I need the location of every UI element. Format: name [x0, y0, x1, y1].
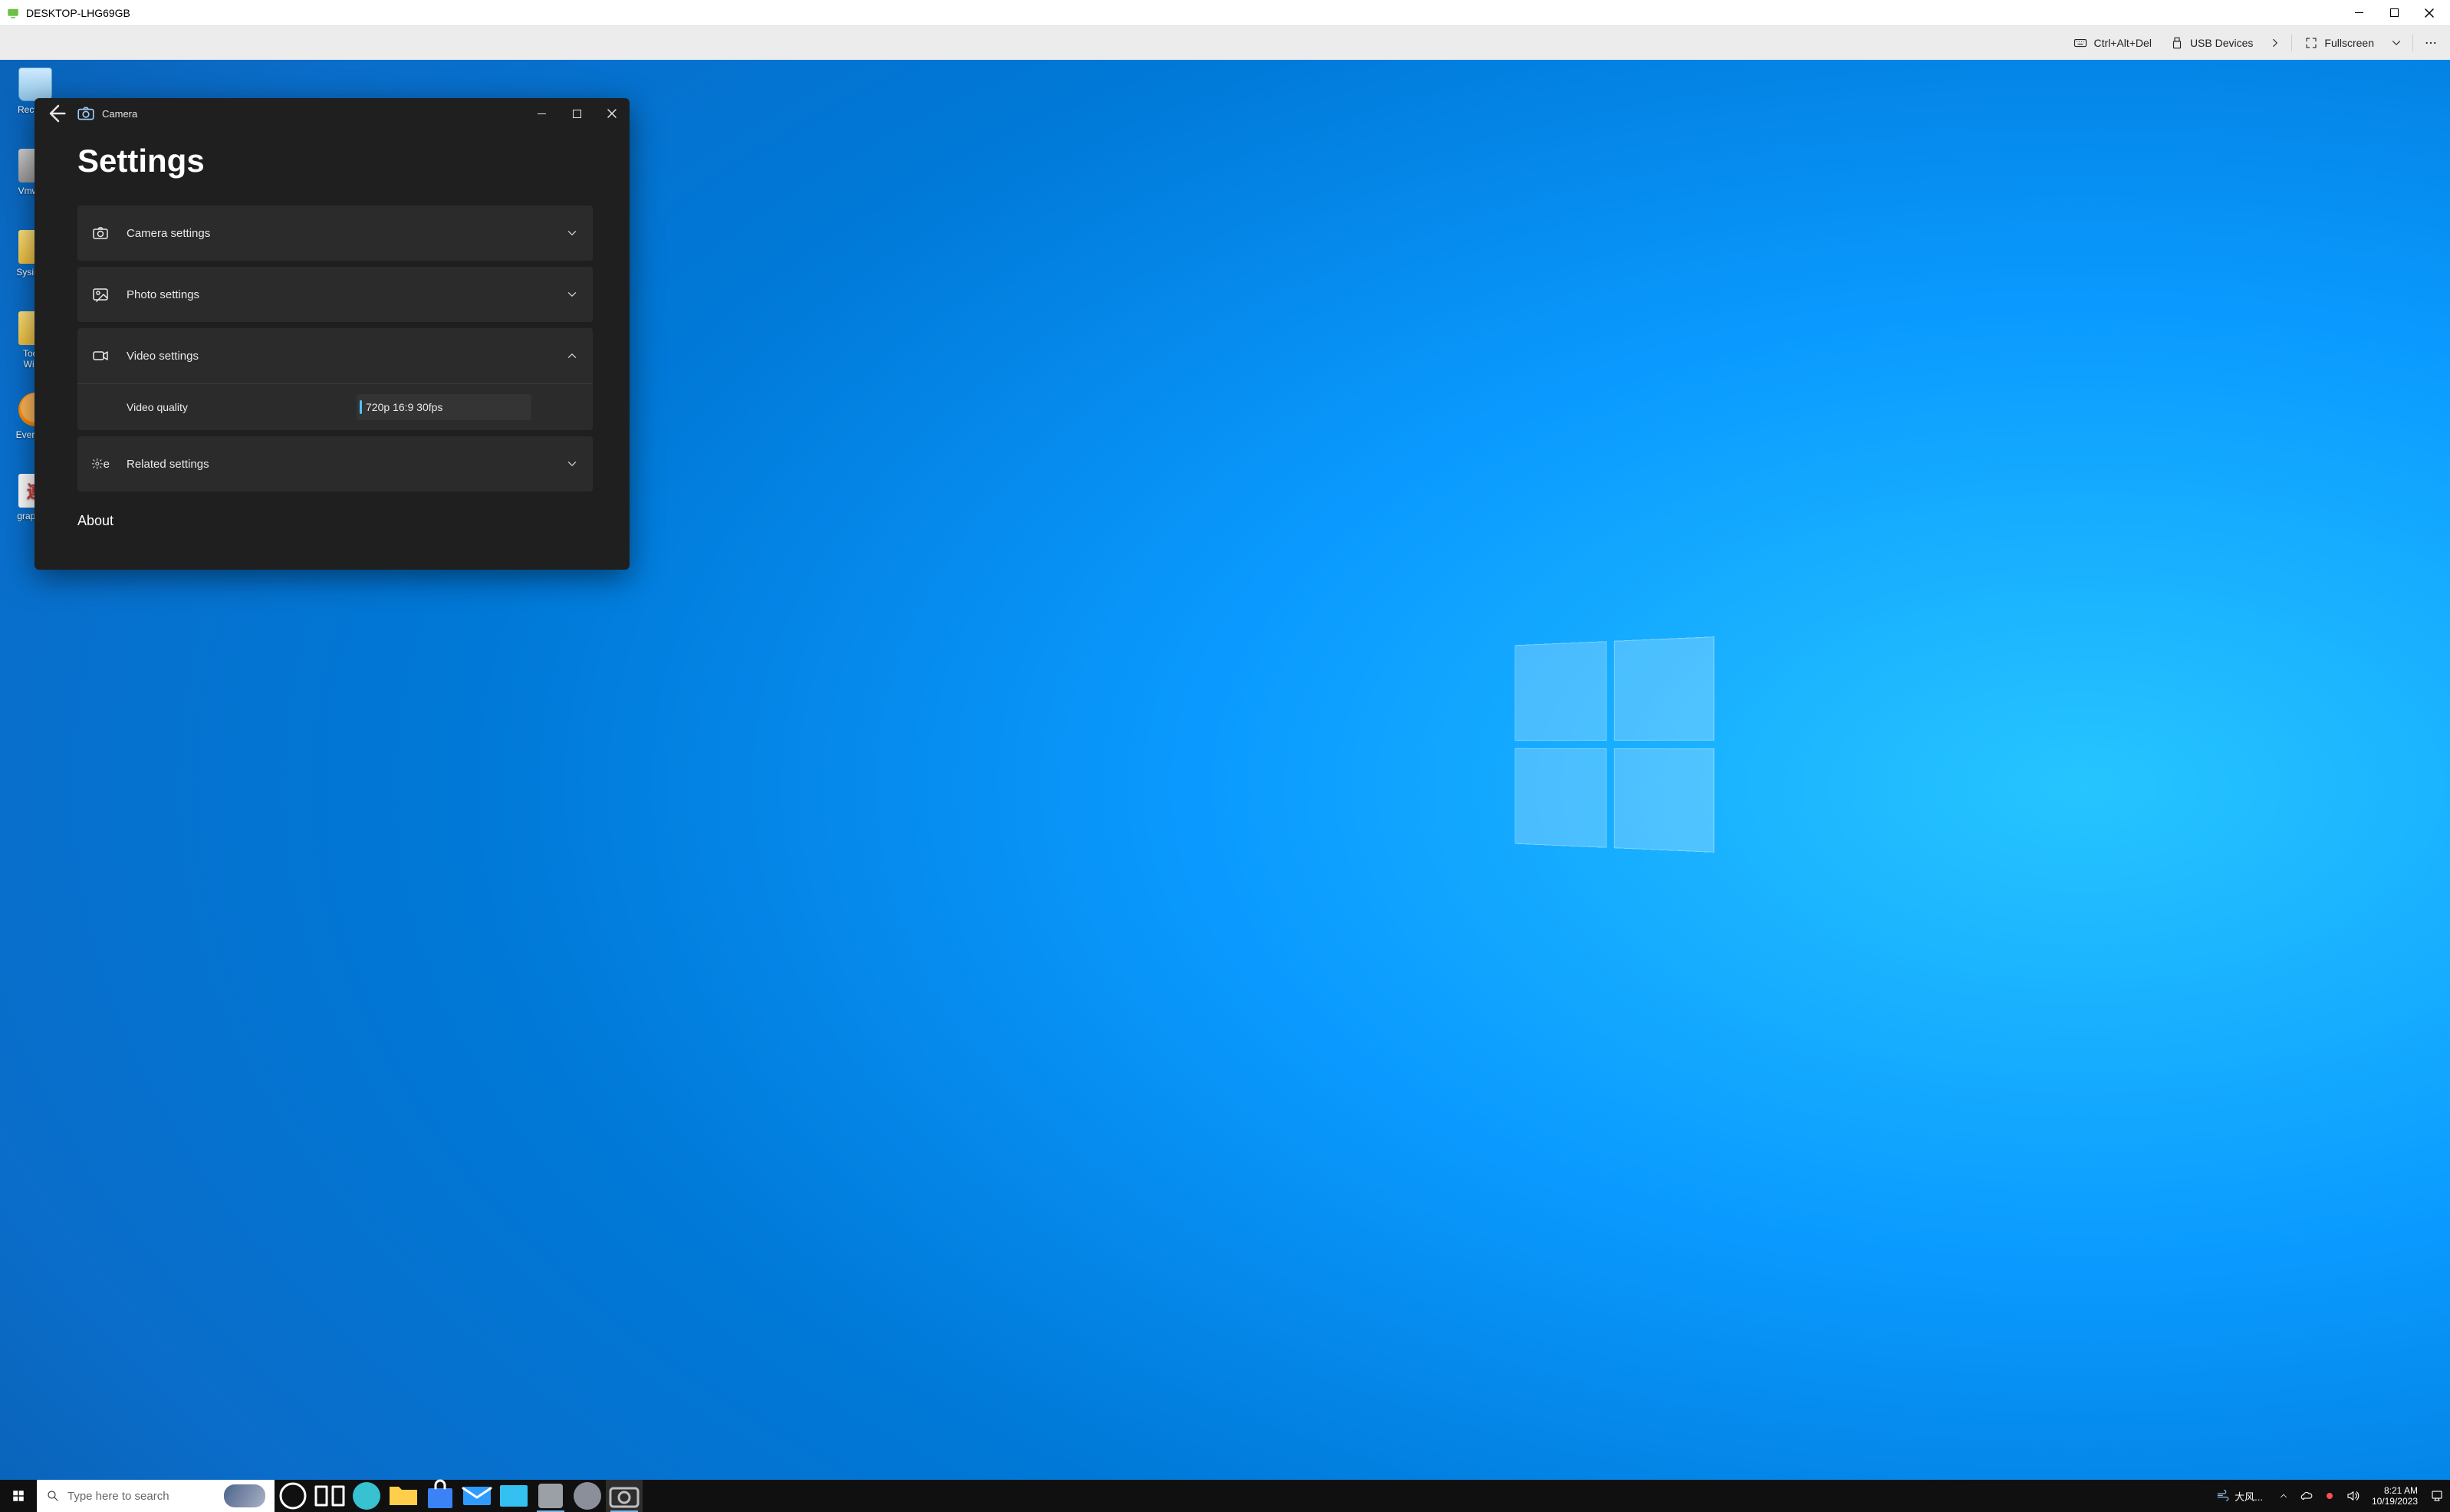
video-quality-row: Video quality 720p 16:9 30fps	[77, 384, 593, 430]
tray-action-center[interactable]	[2429, 1480, 2445, 1512]
chevron-down-icon	[565, 288, 579, 301]
camera-settings-window: Camera Settings Camera settings Phot	[35, 98, 630, 570]
search-icon	[46, 1489, 60, 1503]
host-titlebar: DESKTOP-LHG69GB	[0, 0, 2450, 26]
edge-icon	[348, 1477, 385, 1512]
video-quality-dropdown[interactable]: 720p 16:9 30fps	[357, 394, 531, 420]
about-heading: About	[77, 513, 593, 529]
task-cortana[interactable]	[275, 1480, 311, 1512]
page-title: Settings	[77, 143, 593, 179]
folder-icon	[385, 1477, 422, 1512]
related-settings-row[interactable]: e Related settings	[77, 436, 593, 491]
camera-close-button[interactable]	[594, 98, 630, 129]
task-vmware[interactable]	[532, 1480, 569, 1512]
keyboard-icon	[2073, 36, 2087, 50]
recycle-bin-icon	[18, 67, 52, 101]
start-button[interactable]	[0, 1480, 37, 1512]
circle-icon	[275, 1477, 311, 1512]
host-app-icon	[6, 6, 20, 20]
usb-devices-button[interactable]: USB Devices	[2162, 31, 2261, 55]
tray-weather[interactable]: 大风...	[2210, 1489, 2269, 1504]
host-title: DESKTOP-LHG69GB	[26, 7, 2341, 19]
notification-icon	[2430, 1489, 2444, 1503]
camera-minimize-button[interactable]	[524, 98, 559, 129]
vm-toolbar: Ctrl+Alt+Del USB Devices Fullscreen	[0, 26, 2450, 60]
cloud-icon	[2300, 1489, 2314, 1503]
speaker-icon	[2346, 1489, 2360, 1503]
camera-settings-body: Settings Camera settings Photo settings	[35, 129, 630, 570]
gear-icon	[569, 1477, 606, 1512]
video-settings-row[interactable]: Video settings	[77, 328, 593, 383]
chevron-down-icon	[565, 457, 579, 471]
task-mail[interactable]	[459, 1480, 495, 1512]
host-close-button[interactable]	[2412, 0, 2447, 26]
tray-volume[interactable]	[2344, 1480, 2361, 1512]
video-quality-label: Video quality	[127, 401, 357, 413]
task-photos[interactable]	[495, 1480, 532, 1512]
camera-window-titlebar[interactable]: Camera	[35, 98, 630, 129]
windows-logo-wallpaper	[1514, 636, 1714, 853]
guest-desktop[interactable]: Recycl... VmwA... Sysinte... Tools- Win.…	[0, 60, 2450, 1512]
camera-app-icon	[76, 107, 96, 120]
toolbar-separator	[2412, 35, 2413, 51]
mail-icon	[459, 1477, 495, 1512]
windows-icon	[12, 1489, 25, 1503]
camera-icon	[91, 224, 110, 242]
ctrl-alt-del-button[interactable]: Ctrl+Alt+Del	[2066, 31, 2159, 55]
wind-icon	[2216, 1489, 2230, 1503]
arrow-left-icon	[39, 98, 70, 129]
task-edge[interactable]	[348, 1480, 385, 1512]
taskbar: Type here to search 大风... 8:	[0, 1480, 2450, 1512]
task-camera[interactable]	[606, 1480, 643, 1512]
usb-icon	[2170, 36, 2184, 50]
photos-icon	[495, 1477, 532, 1512]
fullscreen-button[interactable]: Fullscreen	[2297, 31, 2382, 55]
photo-settings-row[interactable]: Photo settings	[77, 267, 593, 322]
chevron-right-icon	[2268, 36, 2282, 50]
tray-clock[interactable]: 8:21 AM 10/19/2023	[2367, 1485, 2422, 1507]
search-placeholder: Type here to search	[67, 1490, 169, 1503]
chevron-up-icon	[565, 349, 579, 363]
task-explorer[interactable]	[385, 1480, 422, 1512]
search-highlight-image	[224, 1484, 265, 1507]
task-store[interactable]	[422, 1480, 459, 1512]
photo-icon	[91, 285, 110, 304]
chevron-down-icon	[2389, 36, 2403, 50]
task-taskview[interactable]	[311, 1480, 348, 1512]
host-maximize-button[interactable]	[2376, 0, 2412, 26]
video-settings-panel: Video quality 720p 16:9 30fps	[77, 383, 593, 430]
toolbar-overflow-button[interactable]	[2418, 31, 2444, 55]
fullscreen-more-button[interactable]	[2385, 31, 2408, 55]
tray-recording[interactable]	[2321, 1480, 2338, 1512]
back-button[interactable]	[39, 98, 70, 129]
toolbar-separator	[2291, 35, 2292, 51]
camera-maximize-button[interactable]	[559, 98, 594, 129]
camera-settings-row[interactable]: Camera settings	[77, 205, 593, 261]
record-icon	[2323, 1490, 2336, 1502]
taskbar-pinned	[275, 1480, 643, 1512]
taskview-icon	[311, 1477, 348, 1512]
chevron-down-icon	[565, 226, 579, 240]
chevron-up-icon	[2278, 1491, 2289, 1501]
video-icon	[91, 347, 110, 365]
task-settings[interactable]	[569, 1480, 606, 1512]
usb-devices-more-button[interactable]	[2264, 31, 2287, 55]
store-icon	[422, 1477, 459, 1512]
ellipsis-icon	[2424, 36, 2438, 50]
tray-overflow-button[interactable]	[2275, 1480, 2292, 1512]
tray-onedrive[interactable]	[2298, 1480, 2315, 1512]
taskbar-search[interactable]: Type here to search	[37, 1480, 275, 1512]
fullscreen-icon	[2304, 36, 2318, 50]
camera-icon	[606, 1477, 643, 1512]
vmware-icon	[532, 1477, 569, 1512]
host-minimize-button[interactable]	[2341, 0, 2376, 26]
camera-window-title: Camera	[102, 108, 524, 120]
gear-icon: e	[91, 455, 110, 473]
taskbar-tray: 大风... 8:21 AM 10/19/2023	[2205, 1480, 2450, 1512]
